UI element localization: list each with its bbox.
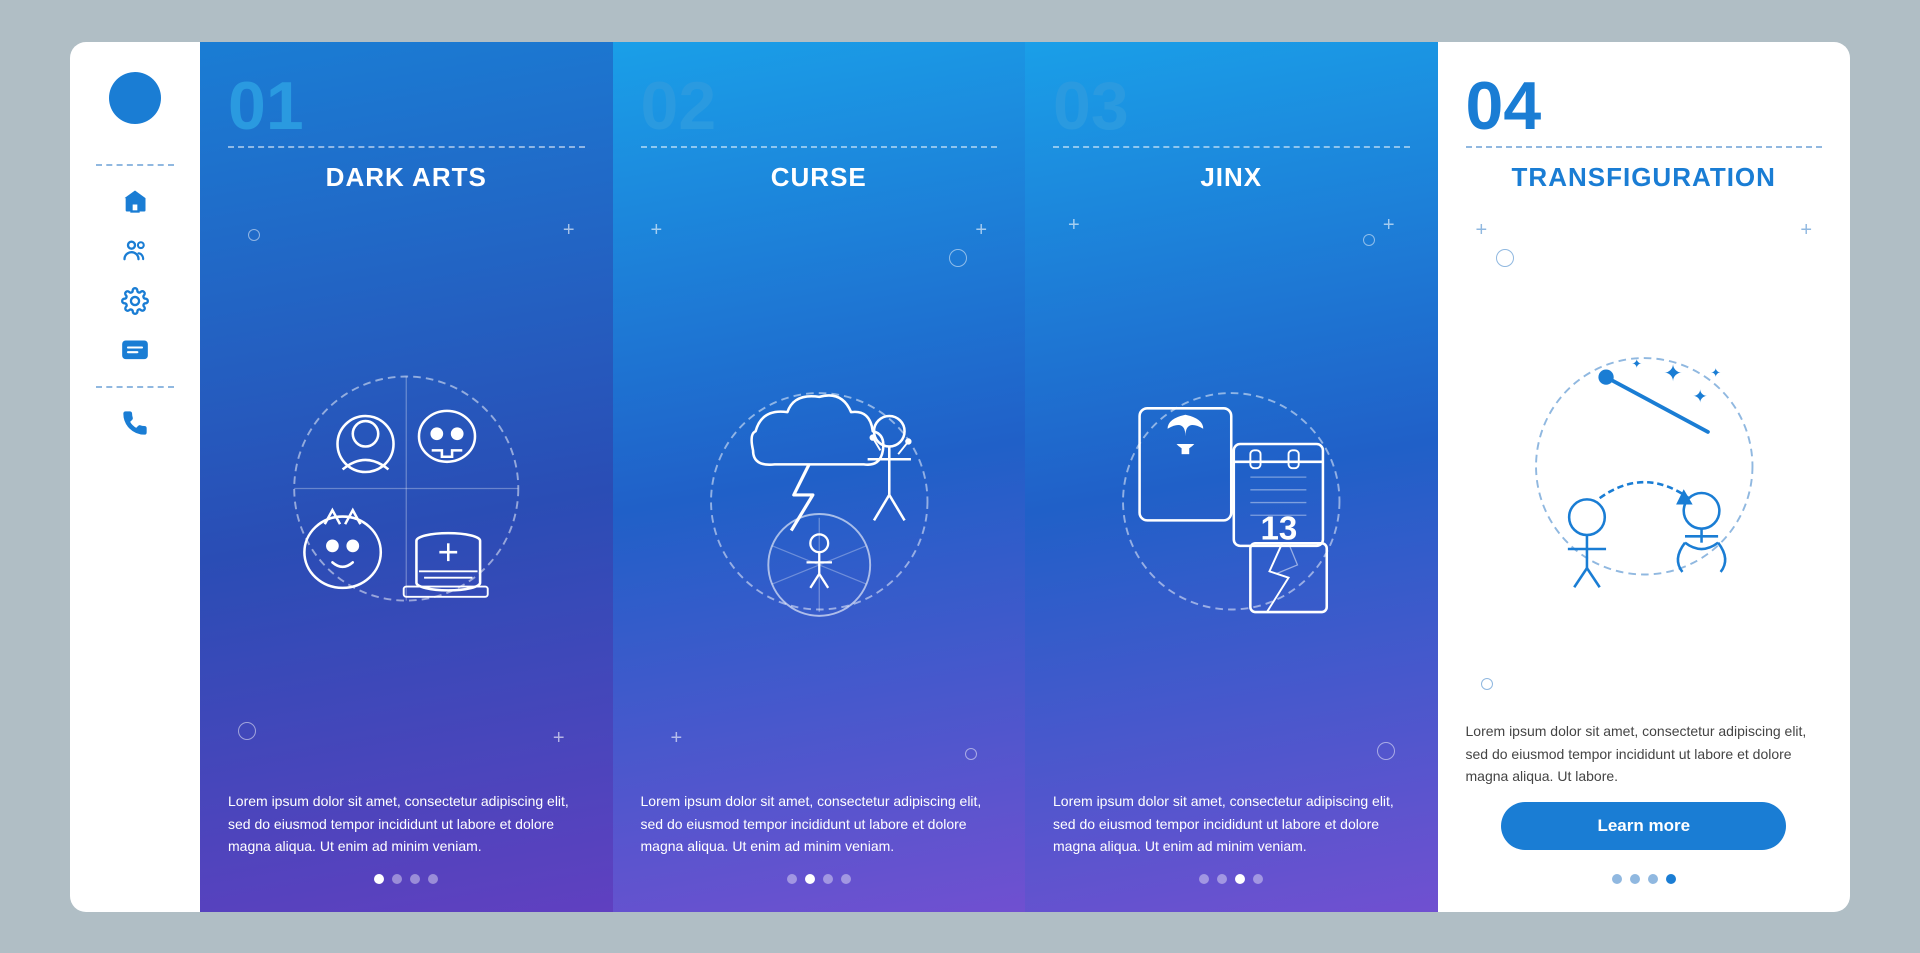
dot-2-2[interactable] — [805, 874, 815, 884]
card-1-number: 01 — [228, 72, 585, 140]
card-3-divider — [1053, 146, 1410, 148]
deco-plus-7: + — [1383, 214, 1395, 237]
dot-2-1[interactable] — [787, 874, 797, 884]
card-jinx: 03 JINX + + — [1025, 42, 1438, 912]
transfiguration-svg: ✦ ✦ ✦ ✦ — [1466, 209, 1823, 711]
users-icon[interactable] — [118, 234, 152, 268]
main-container: 01 DARK ARTS + + — [70, 42, 1850, 912]
svg-text:✦: ✦ — [1710, 365, 1721, 380]
dot-2-4[interactable] — [841, 874, 851, 884]
dot-4-1[interactable] — [1612, 874, 1622, 884]
phone-icon[interactable] — [118, 406, 152, 440]
dot-3-1[interactable] — [1199, 874, 1209, 884]
svg-text:✦: ✦ — [1692, 386, 1707, 406]
card-3-illustration: + + — [1053, 209, 1410, 781]
card-3-text: Lorem ipsum dolor sit amet, consectetur … — [1053, 790, 1410, 857]
card-2-divider — [641, 146, 998, 148]
dot-4-2[interactable] — [1630, 874, 1640, 884]
dot-1-3[interactable] — [410, 874, 420, 884]
dot-4-3[interactable] — [1648, 874, 1658, 884]
deco-circle-7 — [1481, 678, 1493, 690]
deco-plus-3: + — [651, 219, 663, 242]
card-3-dots — [1053, 874, 1410, 884]
dot-1-2[interactable] — [392, 874, 402, 884]
card-1-title: DARK ARTS — [228, 162, 585, 193]
card-4-illustration: + + ✦ ✦ ✦ ✦ — [1466, 209, 1823, 711]
card-2-illustration: + + + — [641, 209, 998, 781]
dot-4-4[interactable] — [1666, 874, 1676, 884]
deco-plus-5: + — [671, 727, 683, 750]
deco-circle-6 — [1377, 742, 1395, 760]
deco-plus-9: + — [1800, 219, 1812, 242]
svg-text:✦: ✦ — [1631, 356, 1642, 371]
card-2-text: Lorem ipsum dolor sit amet, consectetur … — [641, 790, 998, 857]
deco-plus-8: + — [1476, 219, 1488, 242]
deco-plus-6: + — [1068, 214, 1080, 237]
home-icon[interactable] — [118, 184, 152, 218]
card-1-text: Lorem ipsum dolor sit amet, consectetur … — [228, 790, 585, 857]
dot-1-4[interactable] — [428, 874, 438, 884]
sidebar-logo — [109, 72, 161, 124]
deco-circle-8 — [1496, 249, 1514, 267]
sidebar — [70, 42, 200, 912]
deco-plus-1: + — [563, 219, 575, 242]
card-4-text: Lorem ipsum dolor sit amet, consectetur … — [1466, 720, 1823, 787]
card-1-dots — [228, 874, 585, 884]
learn-more-button[interactable]: Learn more — [1501, 802, 1786, 850]
deco-circle-4 — [949, 249, 967, 267]
svg-text:✦: ✦ — [1663, 359, 1682, 385]
card-2-number: 02 — [641, 72, 998, 140]
dot-1-1[interactable] — [374, 874, 384, 884]
deco-circle-1 — [248, 229, 260, 241]
card-3-title: JINX — [1053, 162, 1410, 193]
dot-2-3[interactable] — [823, 874, 833, 884]
dot-3-2[interactable] — [1217, 874, 1227, 884]
settings-icon[interactable] — [118, 284, 152, 318]
card-transfiguration: 04 TRANSFIGURATION + + ✦ ✦ ✦ ✦ — [1438, 42, 1851, 912]
card-1-divider — [228, 146, 585, 148]
card-4-dots — [1466, 874, 1823, 884]
jinx-svg: 13 — [1053, 209, 1410, 781]
card-dark-arts: 01 DARK ARTS + + — [200, 42, 613, 912]
card-4-number: 04 — [1466, 72, 1823, 140]
deco-circle-5 — [1363, 234, 1375, 246]
dot-3-4[interactable] — [1253, 874, 1263, 884]
chat-icon[interactable] — [118, 334, 152, 368]
card-2-dots — [641, 874, 998, 884]
dark-arts-svg — [228, 209, 585, 781]
cards-wrapper: 01 DARK ARTS + + — [200, 42, 1850, 912]
curse-svg — [641, 209, 998, 781]
deco-plus-4: + — [975, 219, 987, 242]
card-3-number: 03 — [1053, 72, 1410, 140]
card-4-title: TRANSFIGURATION — [1466, 162, 1823, 193]
card-curse: 02 CURSE + + + — [613, 42, 1026, 912]
deco-plus-2: + — [553, 727, 565, 750]
svg-text:13: 13 — [1261, 510, 1298, 547]
sidebar-divider-top — [96, 164, 174, 166]
card-1-illustration: + + — [228, 209, 585, 781]
card-4-divider — [1466, 146, 1823, 148]
dot-3-3[interactable] — [1235, 874, 1245, 884]
card-2-title: CURSE — [641, 162, 998, 193]
sidebar-divider-mid — [96, 386, 174, 388]
